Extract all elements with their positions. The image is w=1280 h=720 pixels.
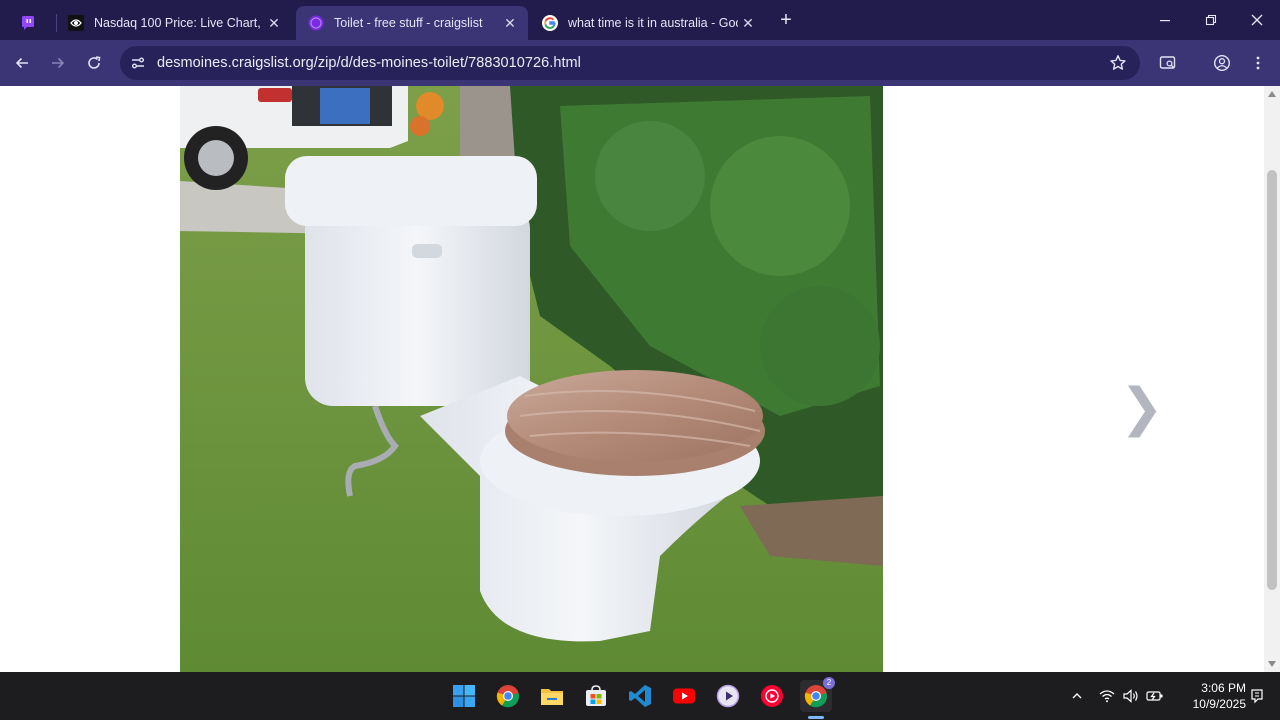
profile-badge: 2 <box>823 677 835 689</box>
google-icon <box>542 15 558 31</box>
page-content: ❯ <box>0 86 1264 672</box>
tab-search-button[interactable] <box>1152 47 1184 79</box>
media-player-icon[interactable] <box>712 680 744 712</box>
vs-code-icon[interactable] <box>624 680 656 712</box>
reload-icon <box>88 56 101 69</box>
restore-button[interactable] <box>1188 0 1234 40</box>
browser-toolbar: desmoines.craigslist.org/zip/d/des-moine… <box>0 40 1280 86</box>
close-tab-icon[interactable]: ✕ <box>738 13 758 33</box>
close-tab-icon[interactable]: ✕ <box>264 13 284 33</box>
arrow-right-icon <box>52 57 65 69</box>
craigslist-peace-icon <box>308 15 324 31</box>
clock-time: 3:06 PM <box>1201 681 1246 695</box>
minimize-button[interactable] <box>1142 0 1188 40</box>
next-image-arrow[interactable]: ❯ <box>1120 382 1164 434</box>
youtube-icon[interactable] <box>668 680 700 712</box>
new-tab-button[interactable]: + <box>766 0 806 40</box>
notification-icon[interactable] <box>1246 684 1268 708</box>
tab-google-search[interactable]: what time is it in australia - Goo ✕ <box>530 6 766 40</box>
close-tab-icon[interactable]: ✕ <box>500 13 520 33</box>
profile-icon <box>1213 54 1231 72</box>
active-app-indicator <box>808 716 824 719</box>
close-window-button[interactable] <box>1234 0 1280 40</box>
show-hidden-icons-chevron[interactable] <box>1066 684 1088 708</box>
scrollbar-thumb[interactable] <box>1267 170 1277 590</box>
wifi-icon[interactable] <box>1096 684 1118 708</box>
page-scrollbar[interactable] <box>1264 86 1280 672</box>
minimize-icon <box>1160 20 1170 22</box>
file-explorer-icon[interactable] <box>536 680 568 712</box>
twitch-icon <box>20 15 36 31</box>
more-vertical-icon <box>1256 56 1260 70</box>
battery-icon[interactable] <box>1144 684 1166 708</box>
pinned-tab-twitch[interactable] <box>8 6 56 40</box>
scroll-down-icon[interactable] <box>1268 661 1276 667</box>
bookmark-star-button[interactable] <box>1102 47 1134 79</box>
tab-craigslist[interactable]: Toilet - free stuff - craigslist ✕ <box>296 6 528 40</box>
chrome-icon[interactable] <box>492 680 524 712</box>
volume-icon[interactable] <box>1120 684 1142 708</box>
close-icon <box>1251 14 1263 26</box>
reload-button[interactable] <box>78 47 110 79</box>
tab-title: Nasdaq 100 Price: Live Chart, Fo <box>94 16 264 30</box>
profile-button[interactable] <box>1206 47 1238 79</box>
tab-strip: Nasdaq 100 Price: Live Chart, Fo ✕ Toile… <box>0 0 1280 40</box>
windows-start-icon[interactable] <box>448 680 480 712</box>
microsoft-store-icon[interactable] <box>580 680 612 712</box>
tab-nasdaq[interactable]: Nasdaq 100 Price: Live Chart, Fo ✕ <box>56 6 292 40</box>
tab-title: what time is it in australia - Goo <box>568 16 738 30</box>
tab-search-icon <box>1159 56 1176 69</box>
back-button[interactable] <box>6 47 38 79</box>
arrow-left-icon <box>15 57 28 69</box>
menu-button[interactable] <box>1242 47 1274 79</box>
restore-icon <box>1205 14 1217 26</box>
youtube-music-icon[interactable] <box>756 680 788 712</box>
chrome-profile-icon[interactable]: 2 <box>800 677 835 712</box>
scroll-up-icon[interactable] <box>1268 91 1276 97</box>
system-clock[interactable]: 3:06 PM 10/9/2025 <box>1176 680 1246 712</box>
windows-taskbar: 2 3:06 PM 10/9/2025 <box>0 672 1280 720</box>
url-text[interactable]: desmoines.craigslist.org/zip/d/des-moine… <box>157 55 581 71</box>
site-settings-icon[interactable] <box>124 49 152 77</box>
clock-date: 10/9/2025 <box>1192 697 1246 711</box>
forward-button[interactable] <box>42 47 74 79</box>
nasdaq-icon <box>68 15 84 31</box>
listing-photo[interactable] <box>180 86 883 672</box>
tab-title: Toilet - free stuff - craigslist <box>334 16 483 30</box>
star-icon <box>1110 55 1126 70</box>
address-bar[interactable]: desmoines.craigslist.org/zip/d/des-moine… <box>120 46 1140 80</box>
